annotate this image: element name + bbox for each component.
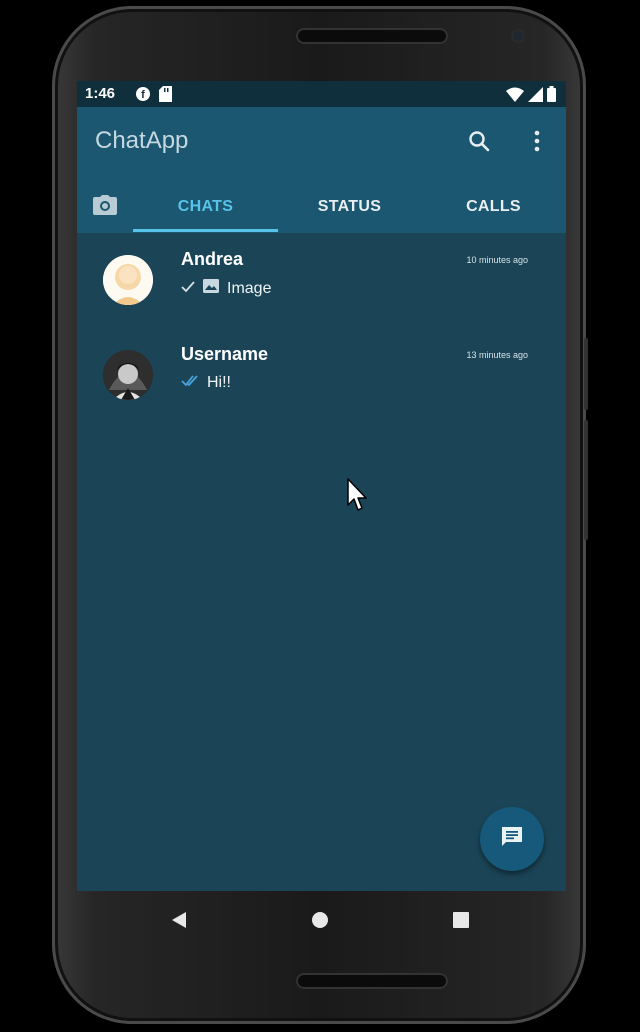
app-title: ChatApp [95,127,189,154]
app-screen: 1:46 f ChatApp CHATS STATUS CALLS Andrea… [77,81,566,891]
search-icon[interactable] [465,127,493,155]
system-nav-bar [77,891,566,949]
image-icon [203,279,219,298]
recents-icon[interactable] [445,904,477,936]
tab-calls-label: CALLS [466,198,521,215]
avatar[interactable] [103,255,153,305]
volume-rocker[interactable] [584,420,588,540]
tab-chats-label: CHATS [177,198,234,215]
camera-icon [93,194,117,220]
more-vert-icon[interactable] [523,127,551,155]
chat-item-username[interactable]: Username 13 minutes ago Hi!! [77,328,566,423]
notification-app-icon: f [135,86,151,106]
battery-icon [547,86,556,106]
new-chat-fab[interactable] [480,807,544,871]
tab-calls[interactable]: CALLS [421,181,566,233]
chat-time: 10 minutes ago [466,255,528,265]
app-bar: ChatApp CHATS STATUS CALLS [77,107,566,233]
status-time: 1:46 [85,85,116,102]
tab-status-label: STATUS [317,198,382,215]
bottom-speaker [296,973,448,989]
tab-status[interactable]: STATUS [278,181,421,233]
tab-chats[interactable]: CHATS [133,181,278,233]
chat-preview-text: Image [227,279,272,297]
tab-bar: CHATS STATUS CALLS [77,181,566,233]
chat-time: 13 minutes ago [466,350,528,360]
mouse-cursor-icon [346,478,368,517]
chat-name: Username [181,344,269,364]
back-icon[interactable] [163,904,195,936]
active-tab-indicator [133,229,278,232]
status-bar: 1:46 f [77,81,566,107]
tab-camera[interactable] [85,181,125,233]
signal-icon [528,86,543,106]
front-camera [513,31,523,41]
message-icon [500,825,524,854]
top-speaker [296,28,448,44]
chat-preview: Hi!! [181,374,231,392]
chat-preview-text: Hi!! [207,374,231,391]
avatar[interactable] [103,350,153,400]
chat-name: Andrea [181,249,244,269]
wifi-icon [506,87,524,106]
double-check-icon [181,374,199,392]
svg-text:f: f [141,89,145,101]
power-button[interactable] [584,338,588,410]
chat-preview: Image [181,279,271,298]
check-icon [181,280,195,298]
sd-card-icon [159,86,172,106]
chat-item-andrea[interactable]: Andrea 10 minutes ago Image [77,233,566,328]
home-icon[interactable] [304,904,336,936]
